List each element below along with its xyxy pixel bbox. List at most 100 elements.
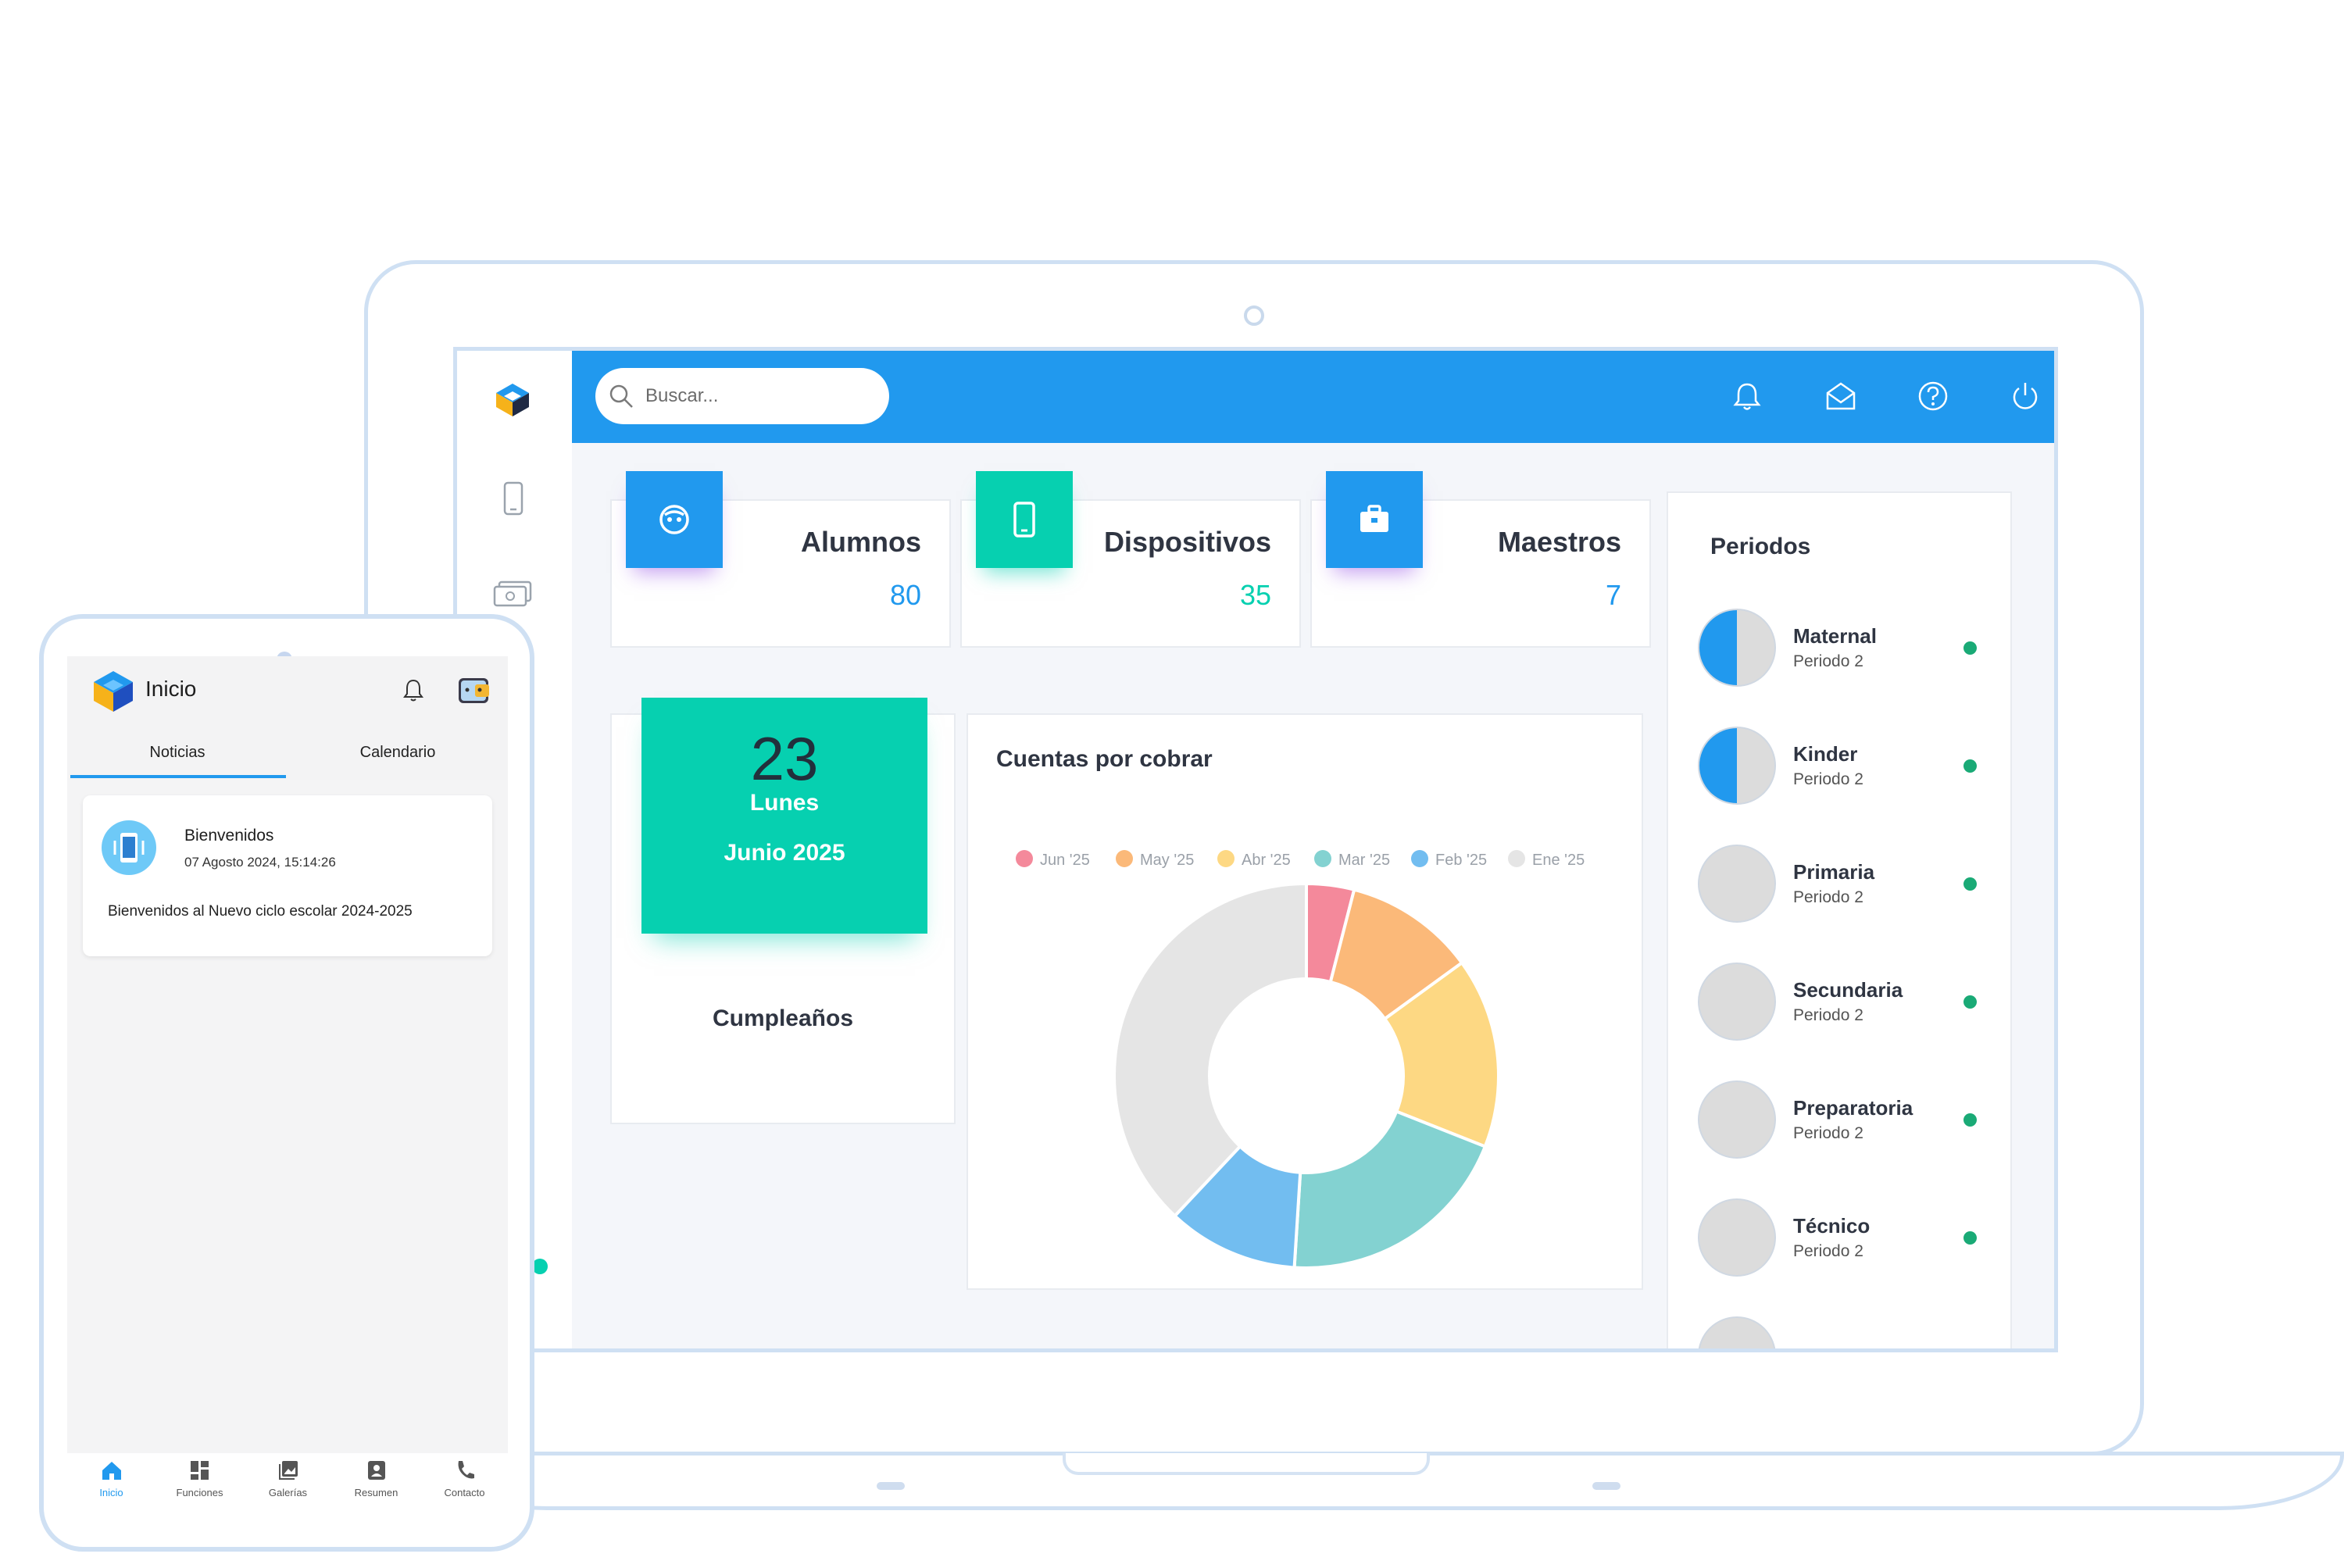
stat-value: 7: [1605, 579, 1621, 611]
phone-tabs: Noticias Calendario: [67, 725, 508, 780]
phone-screen: Inicio Noticias Calendario Bienvenidos 0…: [67, 656, 508, 1508]
bottom-nav-item[interactable]: Contacto: [420, 1453, 508, 1508]
donut-slice[interactable]: [1292, 1109, 1488, 1270]
legend-item[interactable]: Jun '25: [1016, 850, 1090, 869]
legend-item[interactable]: Mar '25: [1314, 850, 1390, 869]
period-item[interactable]: Kinder Periodo 2: [1698, 727, 1995, 813]
news-card[interactable]: Bienvenidos 07 Agosto 2024, 15:14:26 Bie…: [83, 795, 492, 956]
period-progress-circle: [1698, 1080, 1776, 1159]
legend-swatch: [1016, 850, 1033, 867]
period-item[interactable]: Primaria Periodo 2: [1698, 845, 1995, 930]
birthdays-title: Cumpleaños: [712, 1005, 854, 1031]
bottom-nav-item[interactable]: Inicio: [67, 1453, 155, 1508]
profile-avatar[interactable]: [456, 673, 492, 712]
period-item[interactable]: Técnico Periodo 2: [1698, 1198, 1995, 1284]
news-icon: [102, 820, 156, 875]
legend-label: Feb '25: [1435, 852, 1487, 869]
briefcase-icon: [1326, 471, 1423, 568]
bottom-nav-label: Resumen: [354, 1487, 398, 1498]
stat-card-alumnos[interactable]: Alumnos 80: [610, 471, 951, 648]
period-item[interactable]: Preparatoria Periodo 2: [1698, 1080, 1995, 1166]
legend-label: Ene '25: [1532, 852, 1585, 869]
period-progress-circle: [1698, 845, 1776, 923]
period-progress-circle: [1698, 963, 1776, 1041]
bell-icon[interactable]: [402, 678, 425, 707]
status-dot: [1963, 641, 1977, 655]
news-title: Bienvenidos: [184, 827, 274, 845]
period-subtitle: Periodo 2: [1793, 770, 1863, 788]
legend-swatch: [1217, 850, 1235, 867]
payments-nav-icon[interactable]: [491, 577, 535, 613]
stat-title: Dispositivos: [1103, 526, 1271, 558]
periods-card: Periodos Maternal Periodo 2 Kinder Periodo …: [1667, 491, 2012, 1348]
legend-item[interactable]: Abr '25: [1217, 850, 1291, 869]
gallery-icon: [244, 1458, 332, 1487]
grid-icon: [155, 1458, 244, 1487]
status-dot: [1963, 1113, 1977, 1127]
summary-icon: [332, 1458, 420, 1487]
period-name: Técnico: [1793, 1214, 1871, 1238]
bottom-nav: Inicio Funciones Galerías Resumen Contacto: [67, 1453, 508, 1508]
periods-title: Periodos: [1710, 534, 1811, 559]
stat-card-maestros[interactable]: Maestros 7: [1310, 471, 1651, 648]
stat-title: Alumnos: [800, 526, 921, 558]
tab-noticias[interactable]: Noticias: [67, 725, 288, 780]
period-subtitle: Periodo 2: [1793, 1124, 1863, 1142]
legend-swatch: [1508, 850, 1525, 867]
date-day: 23: [750, 724, 819, 793]
period-progress-circle: [1698, 1316, 1776, 1348]
face-icon: [626, 471, 723, 568]
app-logo-icon: [91, 669, 136, 718]
news-date: 07 Agosto 2024, 15:14:26: [184, 855, 336, 870]
stat-card-dispositivos[interactable]: Dispositivos 35: [960, 471, 1301, 648]
phone-header: Inicio: [67, 656, 508, 725]
period-name: Kinder: [1793, 742, 1858, 766]
donut-chart: Jun '25 May '25 Abr '25 Mar '25 Feb '25 Ene '…: [1016, 850, 1585, 1270]
news-body: Bienvenidos al Nuevo ciclo escolar 2024-…: [108, 903, 413, 920]
receivables-chart-card: Cuentas por cobrar Jun '25 May '25 Abr '25…: [967, 713, 1643, 1290]
period-subtitle: Periodo 2: [1793, 1006, 1863, 1024]
legend-item[interactable]: Ene '25: [1508, 850, 1585, 869]
legend-label: May '25: [1140, 852, 1194, 869]
period-progress-circle: [1698, 1198, 1776, 1277]
status-dot: [1963, 1231, 1977, 1245]
bottom-nav-label: Galerías: [268, 1487, 308, 1498]
tab-calendario[interactable]: Calendario: [288, 725, 508, 780]
app-logo-icon[interactable]: [493, 380, 532, 423]
bottom-nav-label: Inicio: [99, 1487, 123, 1498]
top-bar: [572, 351, 2054, 443]
mail-icon[interactable]: [1819, 374, 1863, 418]
period-item[interactable]: Secundaria Periodo 2: [1698, 963, 1995, 1048]
legend-swatch: [1116, 850, 1133, 867]
legend-label: Jun '25: [1040, 852, 1090, 869]
period-progress-circle: [1698, 609, 1776, 687]
status-dot: [1963, 759, 1977, 773]
power-icon[interactable]: [2003, 374, 2047, 418]
period-item[interactable]: Maternal Periodo 2: [1698, 609, 1995, 695]
period-progress-circle: [1698, 727, 1776, 805]
period-name: Maternal: [1793, 624, 1877, 648]
legend-label: Mar '25: [1338, 852, 1390, 869]
laptop-foot: [877, 1482, 905, 1490]
laptop-notch: [1063, 1453, 1430, 1475]
stat-value: 35: [1239, 579, 1271, 611]
bottom-nav-label: Funciones: [176, 1487, 223, 1498]
legend-swatch: [1314, 850, 1331, 867]
search-input[interactable]: [644, 384, 881, 408]
period-subtitle: Periodo 2: [1793, 652, 1863, 670]
bottom-nav-item[interactable]: Galerías: [244, 1453, 332, 1508]
devices-nav-icon[interactable]: [498, 480, 529, 522]
bottom-nav-label: Contacto: [444, 1487, 485, 1498]
donut-slice[interactable]: [1113, 881, 1308, 1219]
help-icon[interactable]: [1911, 374, 1955, 418]
search-box[interactable]: [595, 368, 889, 424]
bottom-nav-item[interactable]: Resumen: [332, 1453, 420, 1508]
legend-swatch: [1411, 850, 1428, 867]
home-icon: [67, 1458, 155, 1487]
notifications-bell-icon[interactable]: [1725, 374, 1769, 418]
bottom-nav-item[interactable]: Funciones: [155, 1453, 244, 1508]
legend-item[interactable]: May '25: [1116, 850, 1194, 869]
period-subtitle: Periodo 2: [1793, 1242, 1863, 1260]
legend-item[interactable]: Feb '25: [1411, 850, 1487, 869]
smartphone-icon: [976, 471, 1073, 568]
